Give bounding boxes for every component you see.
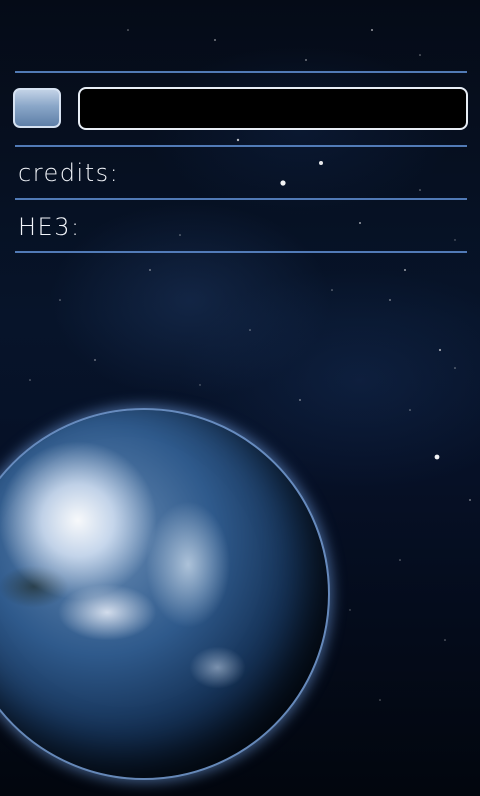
he3-label: HE3:: [18, 213, 81, 241]
command-input[interactable]: [78, 87, 468, 130]
divider-below-input: [15, 145, 467, 147]
menu-square-button[interactable]: [13, 88, 61, 128]
game-screen: credits: HE3:: [0, 0, 480, 796]
divider-below-credits: [15, 198, 467, 200]
credits-label: credits:: [18, 159, 120, 187]
divider-below-he3: [15, 251, 467, 253]
top-divider: [15, 71, 467, 73]
